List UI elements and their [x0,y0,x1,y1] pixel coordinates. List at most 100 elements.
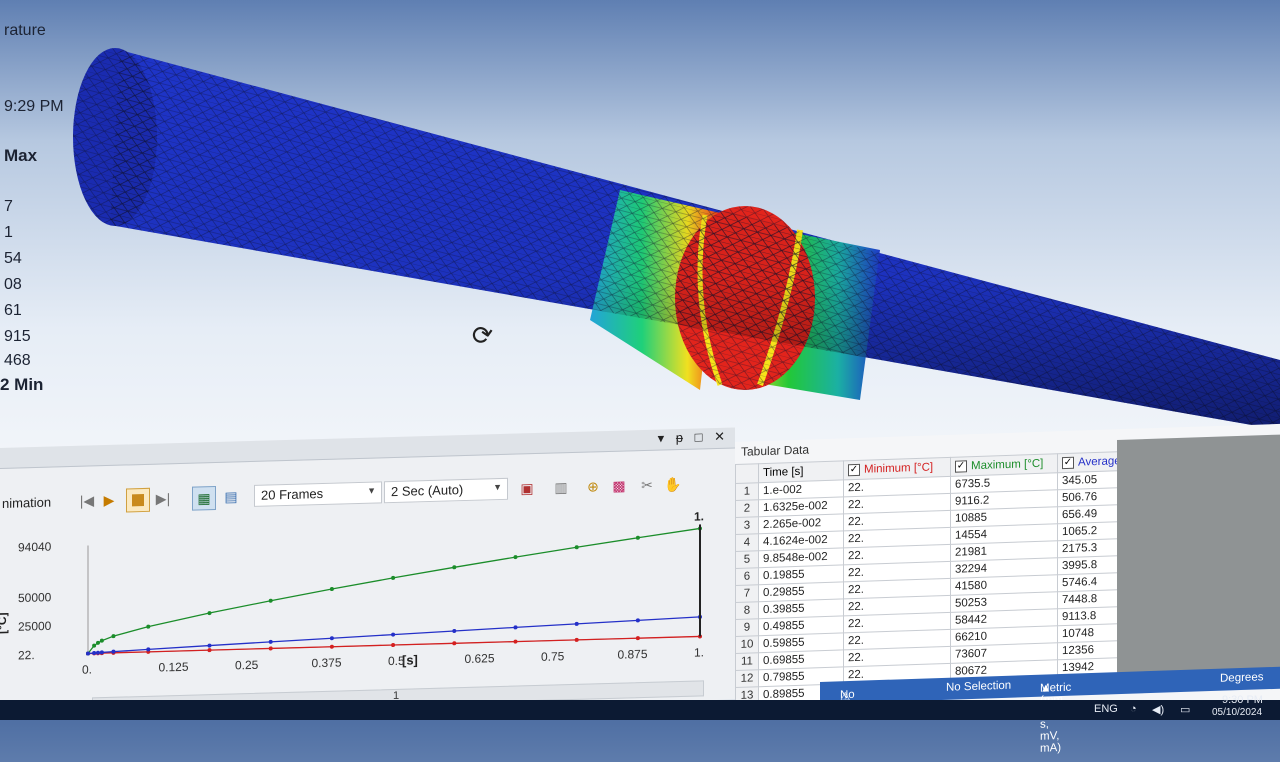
data-point [329,636,334,641]
chart-svg: [°C] [s] 1. 0. 0.125 0.25 0.375 0.5 0.625 0.75… [0,509,704,676]
data-point [207,648,212,653]
data-point [268,598,273,603]
next-frame-icon[interactable]: ▶| [152,487,174,510]
row-index[interactable]: 7 [735,584,759,603]
x-tick-label: 1. [694,645,704,659]
data-point [99,638,104,643]
chart[interactable]: [°C] [s] 1. 0. 0.125 0.25 0.375 0.5 0.625 0.75… [0,505,735,686]
data-point [95,640,100,645]
minimum-header-label: Minimum [°C] [864,461,934,476]
maximize-icon[interactable]: □ [695,429,703,444]
legend-min-label: 2 Min [0,375,44,394]
data-point [574,621,579,626]
legend-max-label: Max [4,146,38,165]
duration-select[interactable]: 2 Sec (Auto) ▼ [384,477,508,504]
wifi-icon[interactable]: ◔ [1130,703,1137,715]
y-tick-label: 94040 [18,540,52,555]
data-point [513,639,518,644]
row-index[interactable]: 5 [735,550,759,569]
data-point [452,641,457,646]
row-index[interactable]: 9 [735,618,759,637]
row-index[interactable]: 2 [735,499,759,518]
stop-button[interactable] [126,487,150,513]
clock-date[interactable]: 05/10/2024 [1212,707,1262,718]
data-point [86,651,90,656]
export-video-icon[interactable]: ▣ [516,477,538,500]
table-icon[interactable]: ▥ [550,476,572,499]
data-point [391,575,396,580]
row-index[interactable]: 4 [735,533,759,552]
distributed-frames-icon[interactable]: ▦ [192,485,216,511]
chart-cursor-label: 1. [694,509,704,523]
legend-value: 61 [4,302,22,319]
data-point [635,535,640,540]
y-tick-label: 25000 [18,619,52,634]
legend-value: 1 [4,224,13,241]
scissors-icon[interactable]: ✂ [636,474,658,497]
table-corner [735,463,759,484]
x-tick-label: 0.5 [388,654,405,668]
data-point [452,565,457,570]
legend-value: 08 [4,276,22,293]
selection-status: No Selection [946,679,1012,694]
pin-icon[interactable]: ᵽ [676,430,683,445]
data-point [574,637,579,642]
checkbox-icon[interactable]: ✓ [955,460,967,473]
row-index[interactable]: 3 [735,516,759,535]
hand-icon[interactable]: ✋ [662,473,684,496]
data-point [92,643,97,648]
legend: rature 9:29 PM Max 7 1 54 08 61 915 468 … [0,18,120,398]
empty-panel-area [1117,434,1280,680]
x-tick-label: 0.625 [465,651,495,666]
checkbox-icon[interactable]: ✓ [1062,456,1074,470]
language-indicator[interactable]: ENG [1094,703,1118,715]
duration-value: 2 Sec (Auto) [391,482,464,500]
battery-icon[interactable]: ▭ [1180,703,1190,716]
frames-value: 20 Frames [261,485,324,503]
tabular-data-title: Tabular Data [741,442,810,459]
y-tick-label: 22. [18,648,35,662]
data-point [268,639,273,644]
zoom-icon[interactable]: ⊕ [582,475,604,498]
row-index[interactable]: 1 [735,482,759,501]
x-tick-label: 0.75 [541,649,565,664]
row-index[interactable]: 12 [735,669,759,688]
legend-title: rature [4,22,46,39]
x-tick-label: 0.875 [618,647,648,662]
row-index[interactable]: 10 [735,635,759,654]
dropdown-icon[interactable]: ▾ [658,430,665,445]
close-icon[interactable]: ✕ [714,429,725,444]
volume-icon[interactable]: ◀) [1152,703,1164,716]
graphics-viewport[interactable]: rature 9:29 PM Max 7 1 54 08 61 915 468 … [0,0,1280,470]
first-frame-icon[interactable]: |◀ [76,489,98,512]
data-point [207,611,212,616]
x-tick-label: 0.375 [312,655,342,670]
angle-units-status[interactable]: Degrees [1220,671,1263,684]
data-point [635,636,640,641]
data-point [452,628,457,633]
x-tick-label: 0.125 [159,660,189,675]
data-point [329,644,334,649]
data-point [329,587,334,592]
pipe-model [73,48,1280,430]
clock-time[interactable]: 9:30 PM [1222,694,1263,706]
data-point [574,545,579,550]
row-index[interactable]: 8 [735,601,759,620]
data-point [391,632,396,637]
legend-value: 915 [4,328,31,345]
row-index[interactable]: 6 [735,567,759,586]
result-sets-icon[interactable]: ▤ [220,485,242,508]
legend-value: 7 [4,198,13,215]
os-taskbar: ENG ◔ ◀) ▭ 9:30 PM 05/10/2024 [0,694,1280,720]
color-grid-icon[interactable]: ▩ [608,474,630,497]
data-point [207,643,212,648]
data-point [635,618,640,623]
chart-ylabel: [°C] [0,612,9,634]
animation-label: nimation [2,494,52,511]
maximum-header-label: Maximum [°C] [971,457,1044,473]
play-icon[interactable]: ▶ [98,489,120,512]
row-index[interactable]: 11 [735,652,759,671]
graph-panel: ▾ ᵽ □ ✕ nimation |◀ ▶ ▶| ▦ ▤ 20 Frames ▼ … [0,427,735,720]
frames-select[interactable]: 20 Frames ▼ [254,481,382,507]
checkbox-icon[interactable]: ✓ [848,463,860,477]
